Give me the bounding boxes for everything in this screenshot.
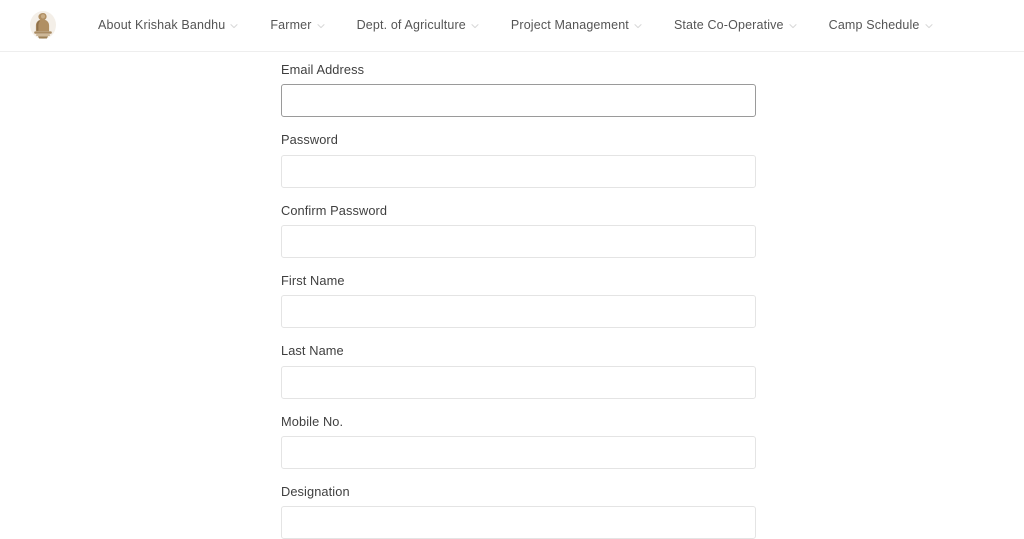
chevron-down-icon	[789, 22, 797, 30]
nav-item-state-co-operative[interactable]: State Co-Operative	[658, 0, 813, 51]
label-mobile-no: Mobile No.	[281, 413, 344, 429]
password-input[interactable]	[281, 154, 756, 188]
form-group-confirm-password: Confirm Password	[281, 202, 756, 259]
nav-item-dept-of-agriculture[interactable]: Dept. of Agriculture	[341, 0, 495, 51]
label-last-name: Last Name	[281, 343, 344, 359]
confirm-password-input[interactable]	[281, 225, 756, 259]
first-name-input[interactable]	[281, 295, 756, 329]
chevron-down-icon	[471, 22, 479, 30]
nav-item-label: Farmer	[270, 18, 312, 33]
nav-item-about-krishak-bandhu[interactable]: About Krishak Bandhu	[98, 0, 254, 51]
nav-item-label: About Krishak Bandhu	[98, 18, 226, 33]
form-group-designation: Designation	[281, 484, 756, 539]
chevron-down-icon	[634, 22, 642, 30]
nav-item-label: State Co-Operative	[673, 18, 784, 33]
chevron-down-icon	[230, 22, 238, 30]
state-emblem-logo[interactable]	[28, 9, 58, 43]
label-email-address: Email Address	[281, 62, 365, 77]
form-group-mobile-no: Mobile No.	[281, 413, 756, 470]
nav-item-camp-schedule[interactable]: Camp Schedule	[813, 0, 949, 51]
nav-item-project-management[interactable]: Project Management	[495, 0, 658, 51]
form-group-first-name: First Name	[281, 273, 756, 329]
email-address-input[interactable]	[281, 84, 756, 118]
designation-input[interactable]	[281, 506, 756, 539]
nav-item-label: Project Management	[510, 18, 629, 33]
label-designation: Designation	[281, 484, 350, 500]
label-confirm-password: Confirm Password	[281, 202, 388, 218]
registration-form: Email Address Password Confirm Password …	[281, 62, 756, 539]
main-navigation: About Krishak Bandhu Farmer Dept. of Agr…	[98, 0, 949, 51]
form-group-email-address: Email Address	[281, 62, 756, 118]
chevron-down-icon	[924, 22, 933, 30]
mobile-no-input[interactable]	[281, 436, 756, 470]
last-name-input[interactable]	[281, 365, 756, 399]
nav-item-label: Dept. of Agriculture	[356, 18, 466, 33]
nav-item-label: Camp Schedule	[828, 18, 920, 33]
chevron-down-icon	[317, 22, 325, 30]
nav-item-farmer[interactable]: Farmer	[254, 0, 340, 51]
site-header: About Krishak Bandhu Farmer Dept. of Agr…	[0, 0, 1024, 52]
label-first-name: First Name	[281, 273, 345, 289]
label-password: Password	[281, 132, 338, 148]
form-group-password: Password	[281, 132, 756, 188]
page-body: Email Address Password Confirm Password …	[0, 52, 1024, 539]
form-group-last-name: Last Name	[281, 343, 756, 399]
